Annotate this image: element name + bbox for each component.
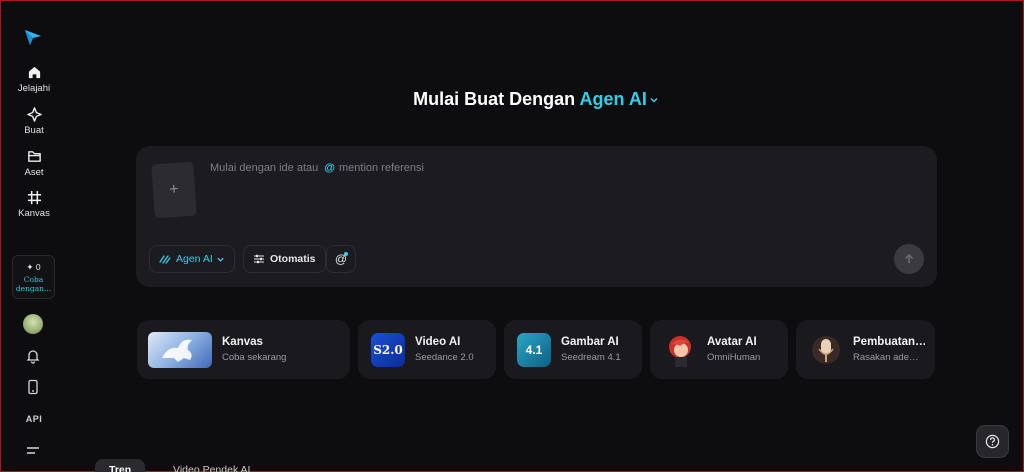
sidebar-item-buat[interactable]: Buat [1,107,67,136]
question-mark-icon [985,434,1000,449]
plus-icon: + [168,180,180,199]
tool-subtitle: Seedream 4.1 [561,352,621,363]
arrow-up-icon [904,253,914,263]
send-button[interactable] [894,244,924,274]
prompt-placeholder-end: mention referensi [338,162,424,174]
agent-icon [159,255,171,264]
canvas-grid-icon [27,190,41,205]
mobile-device-icon[interactable] [25,379,41,395]
tool-card-gambar-ai[interactable]: 4.1 Gambar AI Seedream 4.1 [504,320,642,379]
auto-settings-button[interactable]: Otomatis [243,245,326,273]
agent-selector-label: Agen AI [579,89,647,109]
prompt-composer: + Mulai dengan ide atau @ mention referens… [136,146,937,287]
tool-title: Kanvas [222,336,263,348]
avatar[interactable] [23,314,43,334]
credit-count: 0 [35,261,41,272]
at-mention-symbol: @ [324,162,335,174]
api-link[interactable]: API [1,414,67,424]
home-icon [28,66,40,79]
seedance-badge: S2.0 [373,342,403,357]
sidebar-item-label: Aset [24,167,44,178]
tool-card-avatar-ai[interactable]: Avatar AI OmniHuman [650,320,788,379]
tool-subtitle: Seedance 2.0 [415,352,474,363]
tool-card-kanvas[interactable]: Kanvas Coba sekarang [137,320,350,379]
upload-reference-button[interactable]: + [151,161,197,219]
mention-button[interactable]: @ [326,245,356,273]
promo-card[interactable]: ✦ 0 Coba dengan... [12,255,55,299]
sidebar-item-aset[interactable]: Aset [1,149,67,178]
avatar-thumbnail [663,332,697,367]
agent-mode-label: Agen AI [176,253,213,265]
tool-subtitle: OmniHuman [707,352,761,363]
promo-text: Coba dengan... [15,274,52,293]
bell-icon[interactable] [25,348,41,364]
prompt-input[interactable]: Mulai dengan ide atau @ mention referensi [210,162,424,174]
sidebar-item-kanvas[interactable]: Kanvas [1,190,67,219]
title-prefix: Mulai Buat Dengan [413,89,576,109]
tool-subtitle: Rasakan ade… [853,352,919,363]
tool-title: Video AI [415,336,461,348]
chevron-down-icon [650,98,658,103]
tool-card-video-ai[interactable]: S2.0 Video AI Seedance 2.0 [358,320,496,379]
help-button[interactable] [976,425,1009,458]
tool-subtitle: Coba sekarang [222,352,287,363]
microphone-thumbnail [809,332,843,367]
sidebar: Jelajahi Buat Aset Kanvas ✦ 0 Coba denga… [1,1,67,472]
menu-icon[interactable] [25,443,41,459]
tool-card-pembuatan[interactable]: Pembuatan… Rasakan ade… [796,320,935,379]
notification-dot [344,252,348,256]
pegasus-thumbnail [148,331,212,368]
app-logo[interactable] [23,27,43,47]
page-title: Mulai Buat Dengan Agen AI [1,89,1024,110]
agent-selector[interactable]: Agen AI [580,89,659,109]
sparkle-icon: ✦ [26,261,34,272]
auto-settings-label: Otomatis [270,253,316,265]
sliders-icon [254,254,264,264]
agent-mode-dropdown[interactable]: Agen AI [149,245,235,273]
tool-title: Pembuatan… [853,336,925,348]
tab-tren[interactable]: Tren [95,459,146,472]
prompt-placeholder-start: Mulai dengan ide atau [210,162,319,174]
chevron-down-icon [217,257,224,262]
seedance-thumbnail: S2.0 [371,332,405,367]
tab-video-pendek-ai[interactable]: Video Pendek AI [159,459,264,472]
sidebar-item-label: Buat [24,125,44,136]
seedream-badge: 4.1 [525,342,543,357]
tool-title: Avatar AI [707,336,757,348]
seedream-thumbnail: 4.1 [517,332,551,367]
tool-title: Gambar AI [561,336,619,348]
sidebar-item-label: Kanvas [18,208,50,219]
folder-icon [27,151,41,162]
